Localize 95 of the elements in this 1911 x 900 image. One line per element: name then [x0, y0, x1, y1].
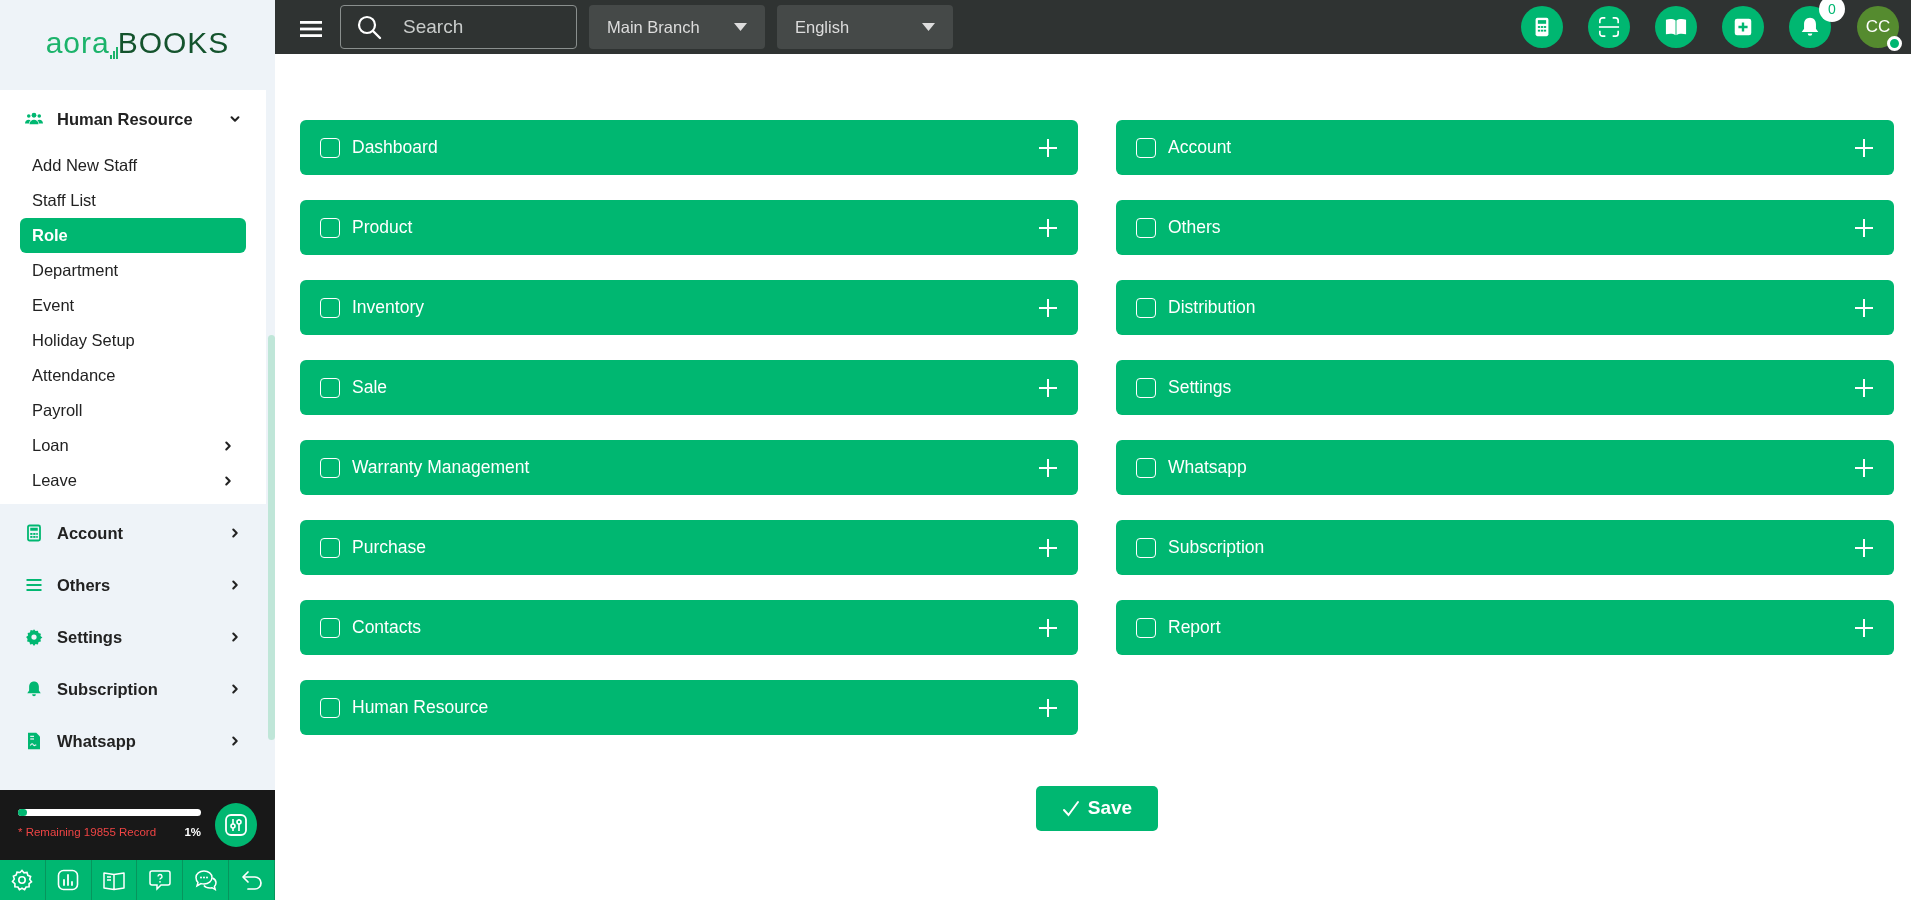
settings-icon [25, 628, 43, 646]
document-icon [25, 732, 43, 750]
checkbox[interactable] [320, 457, 340, 478]
scan-icon [1598, 16, 1620, 38]
calculator-icon [25, 524, 43, 542]
checkbox[interactable] [320, 537, 340, 558]
module-label: Product [352, 216, 414, 240]
chevron-right-icon [229, 579, 241, 591]
sidebar-group[interactable]: Human Resource [0, 90, 266, 148]
sidebar-item[interactable]: Payroll [20, 393, 246, 428]
module-label: Whatsapp [1168, 456, 1248, 480]
module-label: Report [1168, 616, 1222, 640]
expand-icon[interactable] [1038, 537, 1058, 558]
sidebar-item[interactable]: Department [20, 253, 246, 288]
scrollbar[interactable] [268, 335, 275, 740]
checkbox[interactable] [1136, 537, 1156, 558]
search-icon [356, 14, 382, 40]
chart-icon [56, 868, 81, 892]
sidebar-item[interactable]: Add New Staff [20, 148, 246, 183]
expand-icon[interactable] [1038, 137, 1058, 158]
expand-icon[interactable] [1038, 697, 1058, 718]
expand-icon[interactable] [1038, 457, 1058, 478]
chevron-right-icon [229, 683, 241, 695]
module-label: Account [1168, 136, 1233, 160]
sliders-button[interactable] [215, 803, 257, 847]
expand-icon[interactable] [1854, 297, 1874, 318]
module-label: Dashboard [352, 136, 439, 160]
toolbar-button[interactable] [1655, 6, 1697, 48]
checkbox[interactable] [1136, 377, 1156, 398]
remaining-note: * Remaining 19855 Record [18, 824, 157, 840]
module-label: Warranty Management [352, 456, 531, 480]
module-label: Purchase [352, 536, 427, 560]
checkbox[interactable] [1136, 297, 1156, 318]
caret-icon [734, 23, 747, 31]
toolbar-button[interactable] [1588, 6, 1630, 48]
chevron-right-icon [229, 527, 241, 539]
expand-icon[interactable] [1038, 217, 1058, 238]
expand-icon[interactable] [1038, 617, 1058, 638]
checkbox[interactable] [320, 217, 340, 238]
add-icon [1732, 16, 1754, 38]
dropdown[interactable]: English [777, 5, 953, 49]
checkbox[interactable] [1136, 457, 1156, 478]
sidebar-item[interactable]: Attendance [20, 358, 246, 393]
notification-count: 0 [1819, 0, 1845, 22]
module-label: Others [1168, 216, 1222, 240]
expand-icon[interactable] [1854, 137, 1874, 158]
checkbox[interactable] [320, 297, 340, 318]
sliders-icon [224, 813, 248, 837]
check-icon [1061, 799, 1080, 818]
caret-icon [922, 23, 935, 31]
search-field[interactable]: Search [340, 5, 577, 49]
bell-icon [1799, 16, 1821, 38]
checkbox[interactable] [1136, 617, 1156, 638]
help-icon [147, 868, 172, 892]
sidebar-item[interactable]: Holiday Setup [20, 323, 246, 358]
module-label: Sale [352, 376, 389, 400]
usage-percent: 1% [184, 824, 201, 840]
book-icon [1665, 16, 1687, 38]
expand-icon[interactable] [1038, 377, 1058, 398]
expand-icon[interactable] [1038, 297, 1058, 318]
chevron-right-icon [229, 631, 241, 643]
module-label: Subscription [1168, 536, 1266, 560]
chevron-down-icon [229, 113, 241, 125]
chat-icon [193, 868, 218, 892]
checkbox[interactable] [1136, 137, 1156, 158]
menu-icon [25, 576, 43, 594]
module-label: Settings [1168, 376, 1233, 400]
checkbox[interactable] [320, 377, 340, 398]
sidebar-item[interactable]: Leave [20, 463, 246, 498]
checkbox[interactable] [1136, 217, 1156, 238]
sidebar-item[interactable]: Loan [20, 428, 246, 463]
expand-icon[interactable] [1854, 217, 1874, 238]
avatar-initials: CC [1865, 16, 1891, 39]
back-arrow-icon [239, 868, 264, 892]
module-label: Contacts [352, 616, 423, 640]
checkbox[interactable] [320, 137, 340, 158]
expand-icon[interactable] [1854, 617, 1874, 638]
toolbar-button[interactable] [1521, 6, 1563, 48]
sidebar-item[interactable]: Staff List [20, 183, 246, 218]
expand-icon[interactable] [1854, 377, 1874, 398]
module-label: Inventory [352, 296, 425, 320]
module-label: Distribution [1168, 296, 1257, 320]
chevron-right-icon [229, 735, 241, 747]
expand-icon[interactable] [1854, 457, 1874, 478]
sidebar-item[interactable]: Event [20, 288, 246, 323]
toolbar-button[interactable] [1722, 6, 1764, 48]
avatar[interactable]: CC [1857, 6, 1899, 48]
bell-icon [25, 680, 43, 698]
expand-icon[interactable] [1854, 537, 1874, 558]
module-label: Human Resource [352, 696, 490, 720]
dropdown[interactable]: Main Branch [589, 5, 765, 49]
logo[interactable]: aora BOOKS [45, 19, 230, 65]
settings-icon [10, 868, 35, 892]
checkbox[interactable] [320, 697, 340, 718]
checkbox[interactable] [320, 617, 340, 638]
